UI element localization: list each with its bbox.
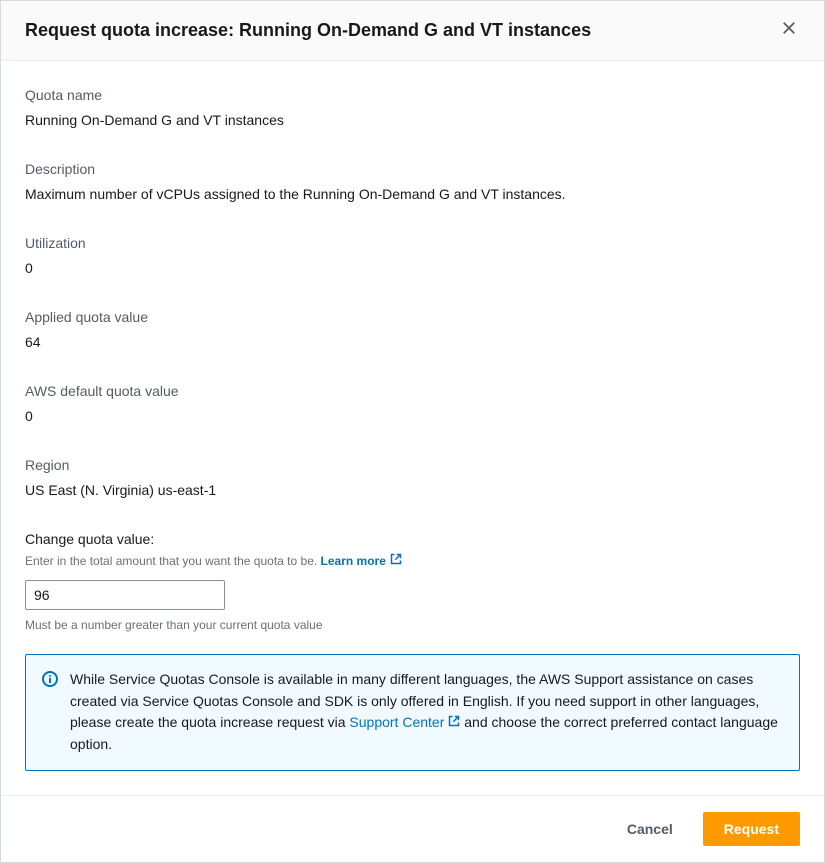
modal-body: Quota name Running On-Demand G and VT in…: [1, 61, 824, 795]
info-text: While Service Quotas Console is availabl…: [70, 669, 783, 756]
modal-footer: Cancel Request: [1, 795, 824, 862]
info-alert: While Service Quotas Console is availabl…: [25, 654, 800, 771]
info-icon: [42, 671, 58, 687]
quota-name-field: Quota name Running On-Demand G and VT in…: [25, 85, 800, 131]
quota-value-input[interactable]: [25, 580, 225, 610]
change-quota-section: Change quota value: Enter in the total a…: [25, 529, 800, 634]
default-quota-label: AWS default quota value: [25, 381, 800, 402]
modal-header: Request quota increase: Running On-Deman…: [1, 1, 824, 61]
description-value: Maximum number of vCPUs assigned to the …: [25, 184, 800, 205]
change-hint-text: Enter in the total amount that you want …: [25, 554, 321, 568]
change-quota-label: Change quota value:: [25, 529, 800, 550]
utilization-value: 0: [25, 258, 800, 279]
utilization-label: Utilization: [25, 233, 800, 254]
applied-quota-label: Applied quota value: [25, 307, 800, 328]
region-value: US East (N. Virginia) us-east-1: [25, 480, 800, 501]
utilization-field: Utilization 0: [25, 233, 800, 279]
request-button[interactable]: Request: [703, 812, 800, 846]
applied-quota-field: Applied quota value 64: [25, 307, 800, 353]
default-quota-value: 0: [25, 406, 800, 427]
description-label: Description: [25, 159, 800, 180]
region-field: Region US East (N. Virginia) us-east-1: [25, 455, 800, 501]
learn-more-link[interactable]: Learn more: [321, 552, 402, 570]
external-link-icon: [390, 552, 402, 570]
description-field: Description Maximum number of vCPUs assi…: [25, 159, 800, 205]
learn-more-text: Learn more: [321, 552, 386, 570]
region-label: Region: [25, 455, 800, 476]
quota-name-value: Running On-Demand G and VT instances: [25, 110, 800, 131]
change-quota-hint: Enter in the total amount that you want …: [25, 552, 800, 570]
default-quota-field: AWS default quota value 0: [25, 381, 800, 427]
close-icon: [782, 21, 796, 40]
close-button[interactable]: [778, 17, 800, 44]
support-link-text: Support Center: [349, 712, 444, 734]
quota-name-label: Quota name: [25, 85, 800, 106]
quota-request-modal: Request quota increase: Running On-Deman…: [0, 0, 825, 863]
external-link-icon: [448, 712, 460, 734]
support-center-link[interactable]: Support Center: [349, 712, 460, 734]
cancel-button[interactable]: Cancel: [607, 812, 693, 846]
modal-title: Request quota increase: Running On-Deman…: [25, 17, 591, 44]
applied-quota-value: 64: [25, 332, 800, 353]
quota-input-hint: Must be a number greater than your curre…: [25, 616, 800, 634]
